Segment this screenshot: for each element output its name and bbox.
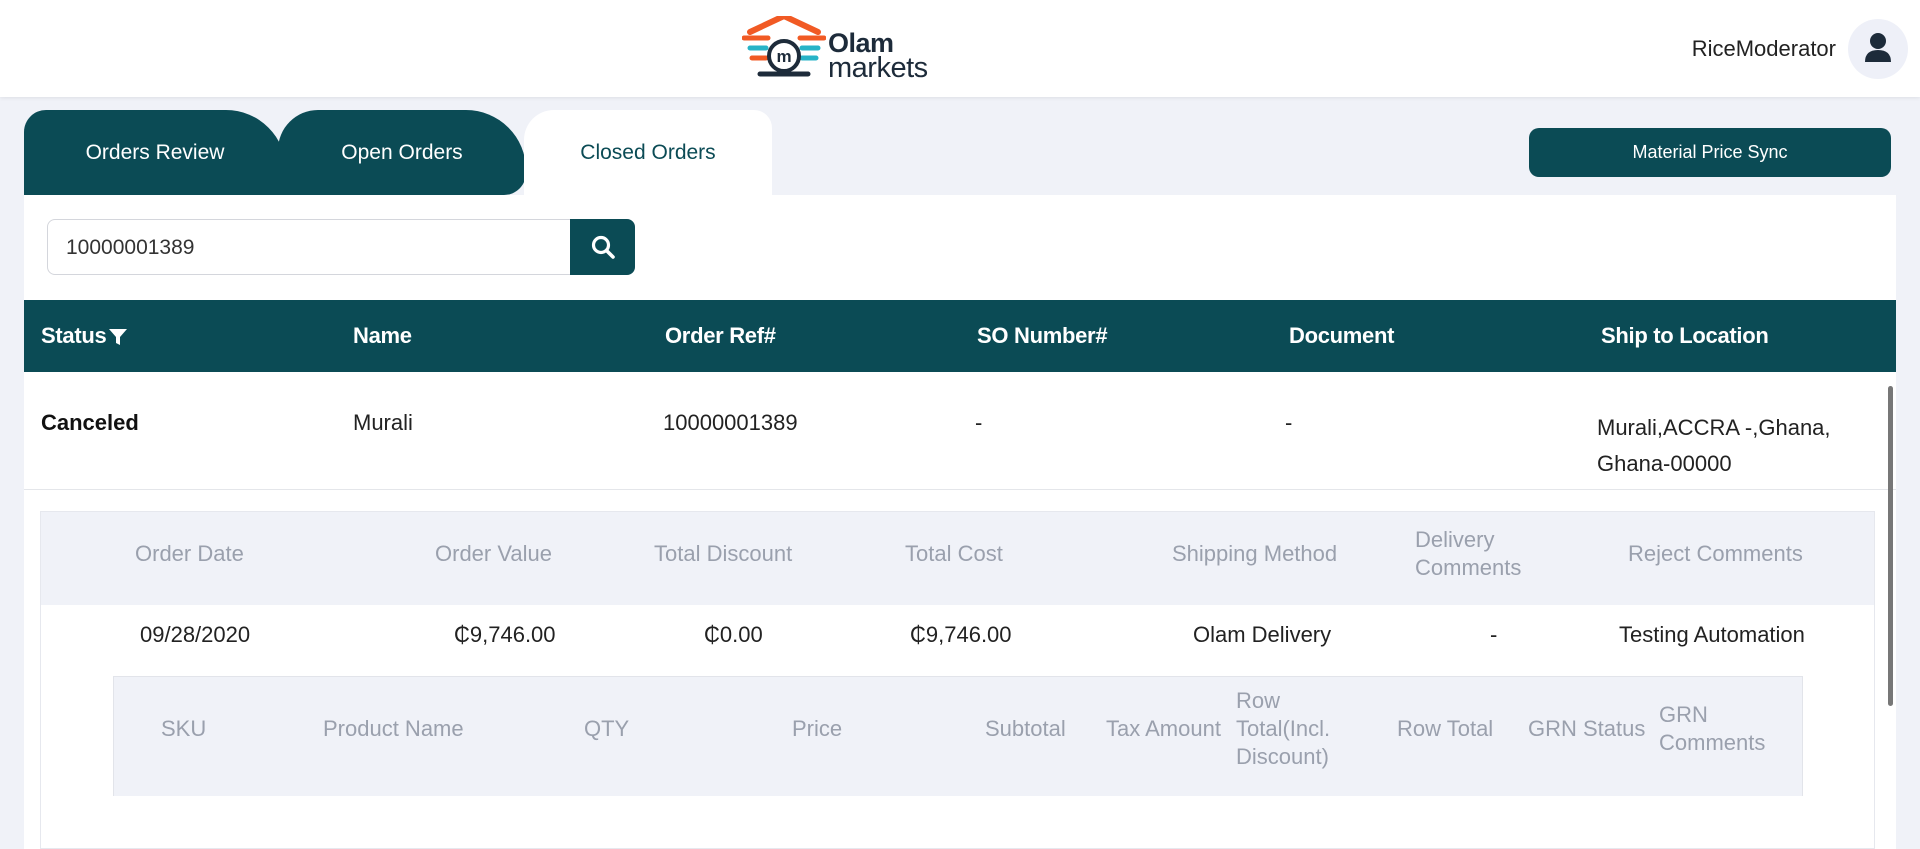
olam-markets-logo[interactable]: m Olam markets [742, 16, 942, 84]
items-header-tax-amount: Tax Amount [1106, 716, 1221, 741]
detail-shipping-method: Olam Delivery [1193, 622, 1332, 647]
detail-reject-comments: Testing Automation [1619, 622, 1805, 647]
svg-text:m: m [776, 47, 791, 66]
detail-header-order-date: Order Date [135, 541, 244, 566]
items-header-grn-comments: GRN Comments [1659, 702, 1766, 755]
closed-orders-panel: 10000001389 ✖ Status Name Order Ref# SO … [24, 195, 1896, 849]
order-name: Murali [353, 410, 413, 435]
items-header-qty: QTY [584, 716, 630, 741]
items-header-sku: SKU [161, 716, 207, 741]
order-detail-header: Order Date Order Value Total Discount To… [41, 512, 1874, 605]
tab-closed-orders[interactable]: Closed Orders [524, 110, 772, 195]
user-avatar-button[interactable] [1848, 19, 1908, 79]
detail-header-shipping-method: Shipping Method [1172, 541, 1338, 566]
column-header-document: Document [1289, 323, 1395, 348]
search-button[interactable] [570, 219, 635, 275]
ship-to-location-line2: Ghana-00000 [1597, 451, 1732, 476]
ship-to-location: Murali,ACCRA -,Ghana, Ghana-00000 [1597, 410, 1831, 482]
detail-header-total-cost: Total Cost [905, 541, 1003, 566]
detail-total-discount: ₵0.00 [704, 622, 763, 647]
orders-table-header: Status Name Order Ref# SO Number# Docume… [24, 300, 1896, 372]
search-input[interactable]: 10000001389 ✖ [47, 219, 594, 275]
order-items-table-header: SKU Product Name QTY Price Subtotal Tax … [113, 676, 1803, 796]
detail-order-value: ₵9,746.00 [454, 622, 556, 647]
items-header-price: Price [792, 716, 843, 741]
detail-order-date: 09/28/2020 [140, 622, 251, 647]
user-icon [1865, 33, 1891, 62]
column-header-status-label: Status [41, 323, 107, 348]
detail-header-order-value: Order Value [435, 541, 552, 566]
detail-total-cost: ₵9,746.00 [910, 622, 1012, 647]
items-header-grn-status: GRN Status [1528, 716, 1646, 741]
table-row[interactable]: Canceled Murali 10000001389 - - Murali,A… [24, 372, 1896, 490]
detail-header-total-discount: Total Discount [654, 541, 793, 566]
detail-delivery-comments: - [1490, 622, 1498, 647]
logo-wordmark-markets: markets [828, 52, 928, 84]
order-detail-panel: Order Date Order Value Total Discount To… [40, 511, 1875, 849]
order-ref: 10000001389 [663, 410, 798, 435]
tab-open-orders[interactable]: Open Orders [278, 110, 526, 195]
column-header-name: Name [353, 323, 412, 348]
app-header: m Olam markets RiceModerator [0, 0, 1920, 97]
detail-header-reject-comments: Reject Comments [1628, 541, 1803, 566]
ship-to-location-line1: Murali,ACCRA -,Ghana, [1597, 415, 1831, 440]
tab-orders-review[interactable]: Orders Review [24, 110, 286, 195]
column-header-ship-to-location: Ship to Location [1601, 323, 1769, 348]
material-price-sync-button[interactable]: Material Price Sync [1529, 128, 1891, 177]
username-label[interactable]: RiceModerator [1692, 36, 1836, 62]
order-status: Canceled [41, 410, 139, 435]
logo-mark-icon: m [742, 16, 826, 77]
search-icon [591, 235, 615, 259]
document: - [1285, 410, 1293, 435]
items-header-subtotal: Subtotal [985, 716, 1066, 741]
items-header-row-total: Row Total [1397, 716, 1494, 741]
search-input-value[interactable]: 10000001389 [66, 236, 194, 260]
items-header-product-name: Product Name [323, 716, 464, 741]
items-header-row-total-incl-discount: Row Total(Incl. Discount) [1236, 688, 1331, 769]
vertical-scrollbar[interactable] [1888, 386, 1893, 706]
column-header-order-ref: Order Ref# [665, 323, 776, 348]
column-header-so-number: SO Number# [977, 323, 1108, 348]
column-header-status[interactable]: Status [41, 323, 128, 349]
filter-icon[interactable] [108, 327, 128, 347]
detail-header-delivery-comments: Delivery Comments [1415, 527, 1522, 580]
so-number: - [975, 410, 983, 435]
